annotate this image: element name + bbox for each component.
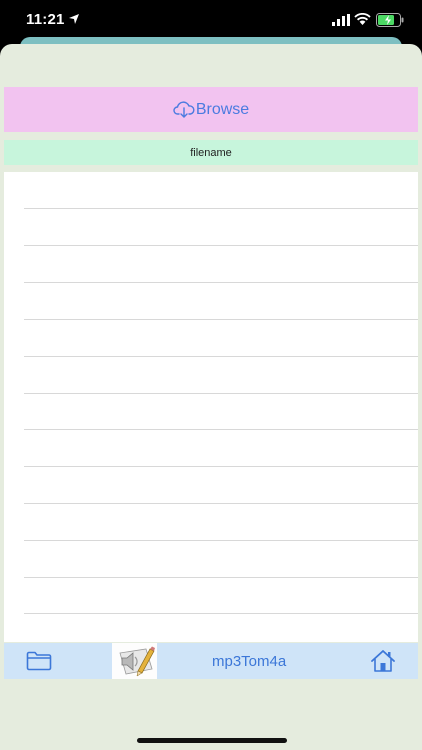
- home-indicator: [137, 738, 287, 743]
- list-row-separator: [24, 466, 418, 467]
- status-time: 11:21: [26, 11, 65, 28]
- list-row-separator: [24, 503, 418, 504]
- filename-label: filename: [190, 146, 232, 159]
- list-row-separator: [24, 208, 418, 209]
- browse-label: Browse: [195, 100, 250, 118]
- file-list[interactable]: [4, 172, 418, 642]
- list-row-separator: [24, 245, 418, 246]
- cellular-signal-icon: [332, 14, 350, 26]
- wifi-icon: [354, 13, 371, 25]
- browse-button[interactable]: Browse: [4, 87, 418, 132]
- list-row-separator: [24, 393, 418, 394]
- battery-charging-icon: [376, 13, 404, 27]
- filename-header: filename: [4, 140, 418, 165]
- list-row-separator: [24, 540, 418, 541]
- list-row-separator: [24, 577, 418, 578]
- list-row-separator: [24, 356, 418, 357]
- list-row-separator: [24, 319, 418, 320]
- speaker-pencil-icon[interactable]: [112, 643, 157, 679]
- location-arrow-icon: [69, 14, 79, 24]
- folder-icon[interactable]: [26, 651, 52, 671]
- list-row-separator: [24, 282, 418, 283]
- list-row-separator: [24, 613, 418, 614]
- app-title: mp3Tom4a: [212, 653, 287, 670]
- home-icon[interactable]: [370, 649, 396, 673]
- list-row-separator: [24, 429, 418, 430]
- cloud-download-icon: [173, 100, 195, 118]
- bottom-toolbar: mp3Tom4a: [4, 643, 418, 679]
